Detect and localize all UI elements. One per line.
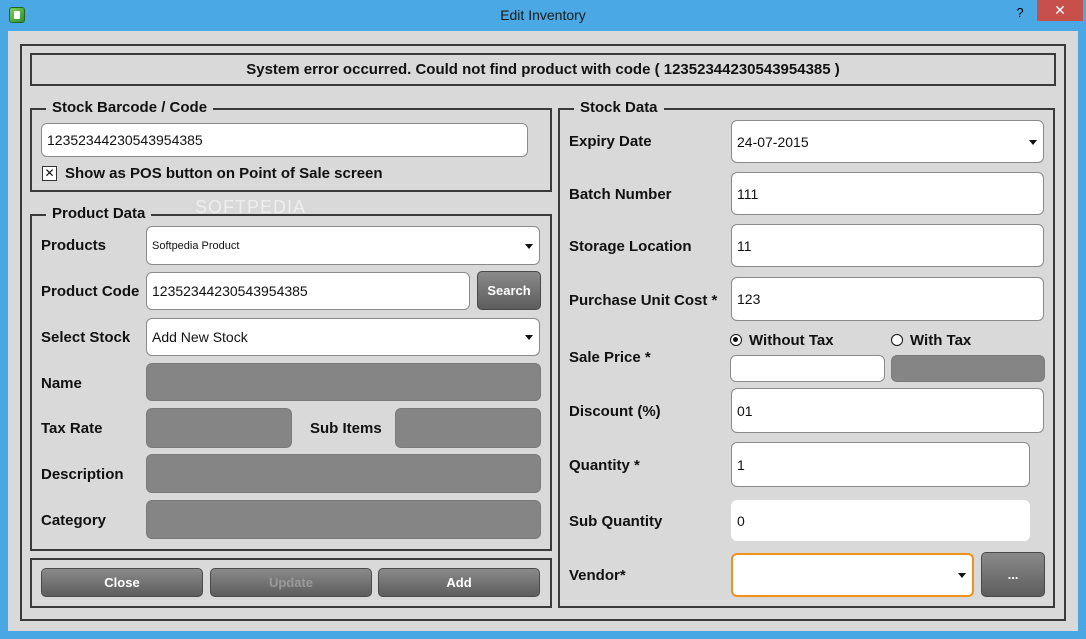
chevron-down-icon [525,335,533,340]
discount-label: Discount (%) [569,403,661,420]
purchase-unit-cost-input[interactable]: 123 [731,277,1044,321]
chevron-down-icon [1029,139,1037,145]
stock-data-legend: Stock Data [574,99,664,117]
description-field [146,454,541,493]
without-tax-label: Without Tax [749,332,834,349]
purchase-unit-cost-label: Purchase Unit Cost * [569,292,718,309]
product-code-label: Product Code [41,283,140,300]
with-tax-radio[interactable] [891,334,903,346]
chevron-down-icon [525,243,533,249]
close-button[interactable]: Close [41,568,203,597]
sub-items-field [395,408,541,448]
vendor-more-button[interactable]: ... [981,552,1045,597]
description-label: Description [41,466,124,483]
help-button[interactable]: ? [1007,3,1033,23]
products-dropdown-value: Softpedia Product [152,239,240,252]
products-dropdown[interactable]: Softpedia Product [146,226,540,265]
vendor-label: Vendor* [569,567,626,584]
tax-rate-label: Tax Rate [41,420,103,437]
with-tax-label: With Tax [910,332,972,349]
pos-button-checkbox[interactable]: ✕ [42,166,57,181]
storage-location-label: Storage Location [569,238,692,255]
discount-input[interactable]: 01 [731,388,1044,433]
sale-price-without-tax-input[interactable] [730,355,885,382]
window-title: Edit Inventory [500,7,586,23]
batch-number-input[interactable]: 111 [731,172,1044,215]
sub-quantity-field[interactable]: 0 [731,500,1030,541]
sale-price-with-tax-field [891,355,1045,382]
window-client-area: System error occurred. Could not find pr… [8,31,1078,631]
tax-rate-field [146,408,292,448]
quantity-input[interactable]: 1 [731,442,1030,487]
sale-price-label: Sale Price * [569,349,651,366]
window-close-button[interactable]: ✕ [1037,0,1083,21]
error-message-bar: System error occurred. Could not find pr… [30,53,1056,86]
batch-number-label: Batch Number [569,186,672,203]
products-label: Products [41,237,107,254]
product-code-input[interactable]: 12352344230543954385 [146,272,470,310]
expiry-date-value: 24-07-2015 [737,133,809,150]
name-field [146,363,541,401]
storage-location-input[interactable]: 11 [731,224,1044,267]
category-field [146,500,541,539]
without-tax-radio[interactable] [730,334,742,346]
chevron-down-icon [958,573,966,578]
barcode-group-legend: Stock Barcode / Code [46,99,214,117]
title-bar[interactable]: Edit Inventory ? ✕ [0,0,1086,31]
pos-button-checkbox-label: Show as POS button on Point of Sale scre… [65,165,383,182]
product-data-legend: Product Data [46,205,152,223]
name-label: Name [41,375,82,392]
expiry-date-label: Expiry Date [569,133,652,150]
barcode-input[interactable]: 12352344230543954385 [41,123,528,157]
select-stock-value: Add New Stock [152,329,248,345]
vendor-dropdown[interactable] [731,553,974,597]
select-stock-label: Select Stock [41,329,131,346]
add-button[interactable]: Add [378,568,540,597]
expiry-date-picker[interactable]: 24-07-2015 [731,120,1044,163]
sub-items-label: Sub Items [310,420,382,437]
search-button[interactable]: Search [477,271,541,310]
sub-quantity-label: Sub Quantity [569,513,663,530]
quantity-label: Quantity * [569,457,640,474]
update-button: Update [210,568,372,597]
select-stock-dropdown[interactable]: Add New Stock [146,318,540,356]
category-label: Category [41,512,107,529]
